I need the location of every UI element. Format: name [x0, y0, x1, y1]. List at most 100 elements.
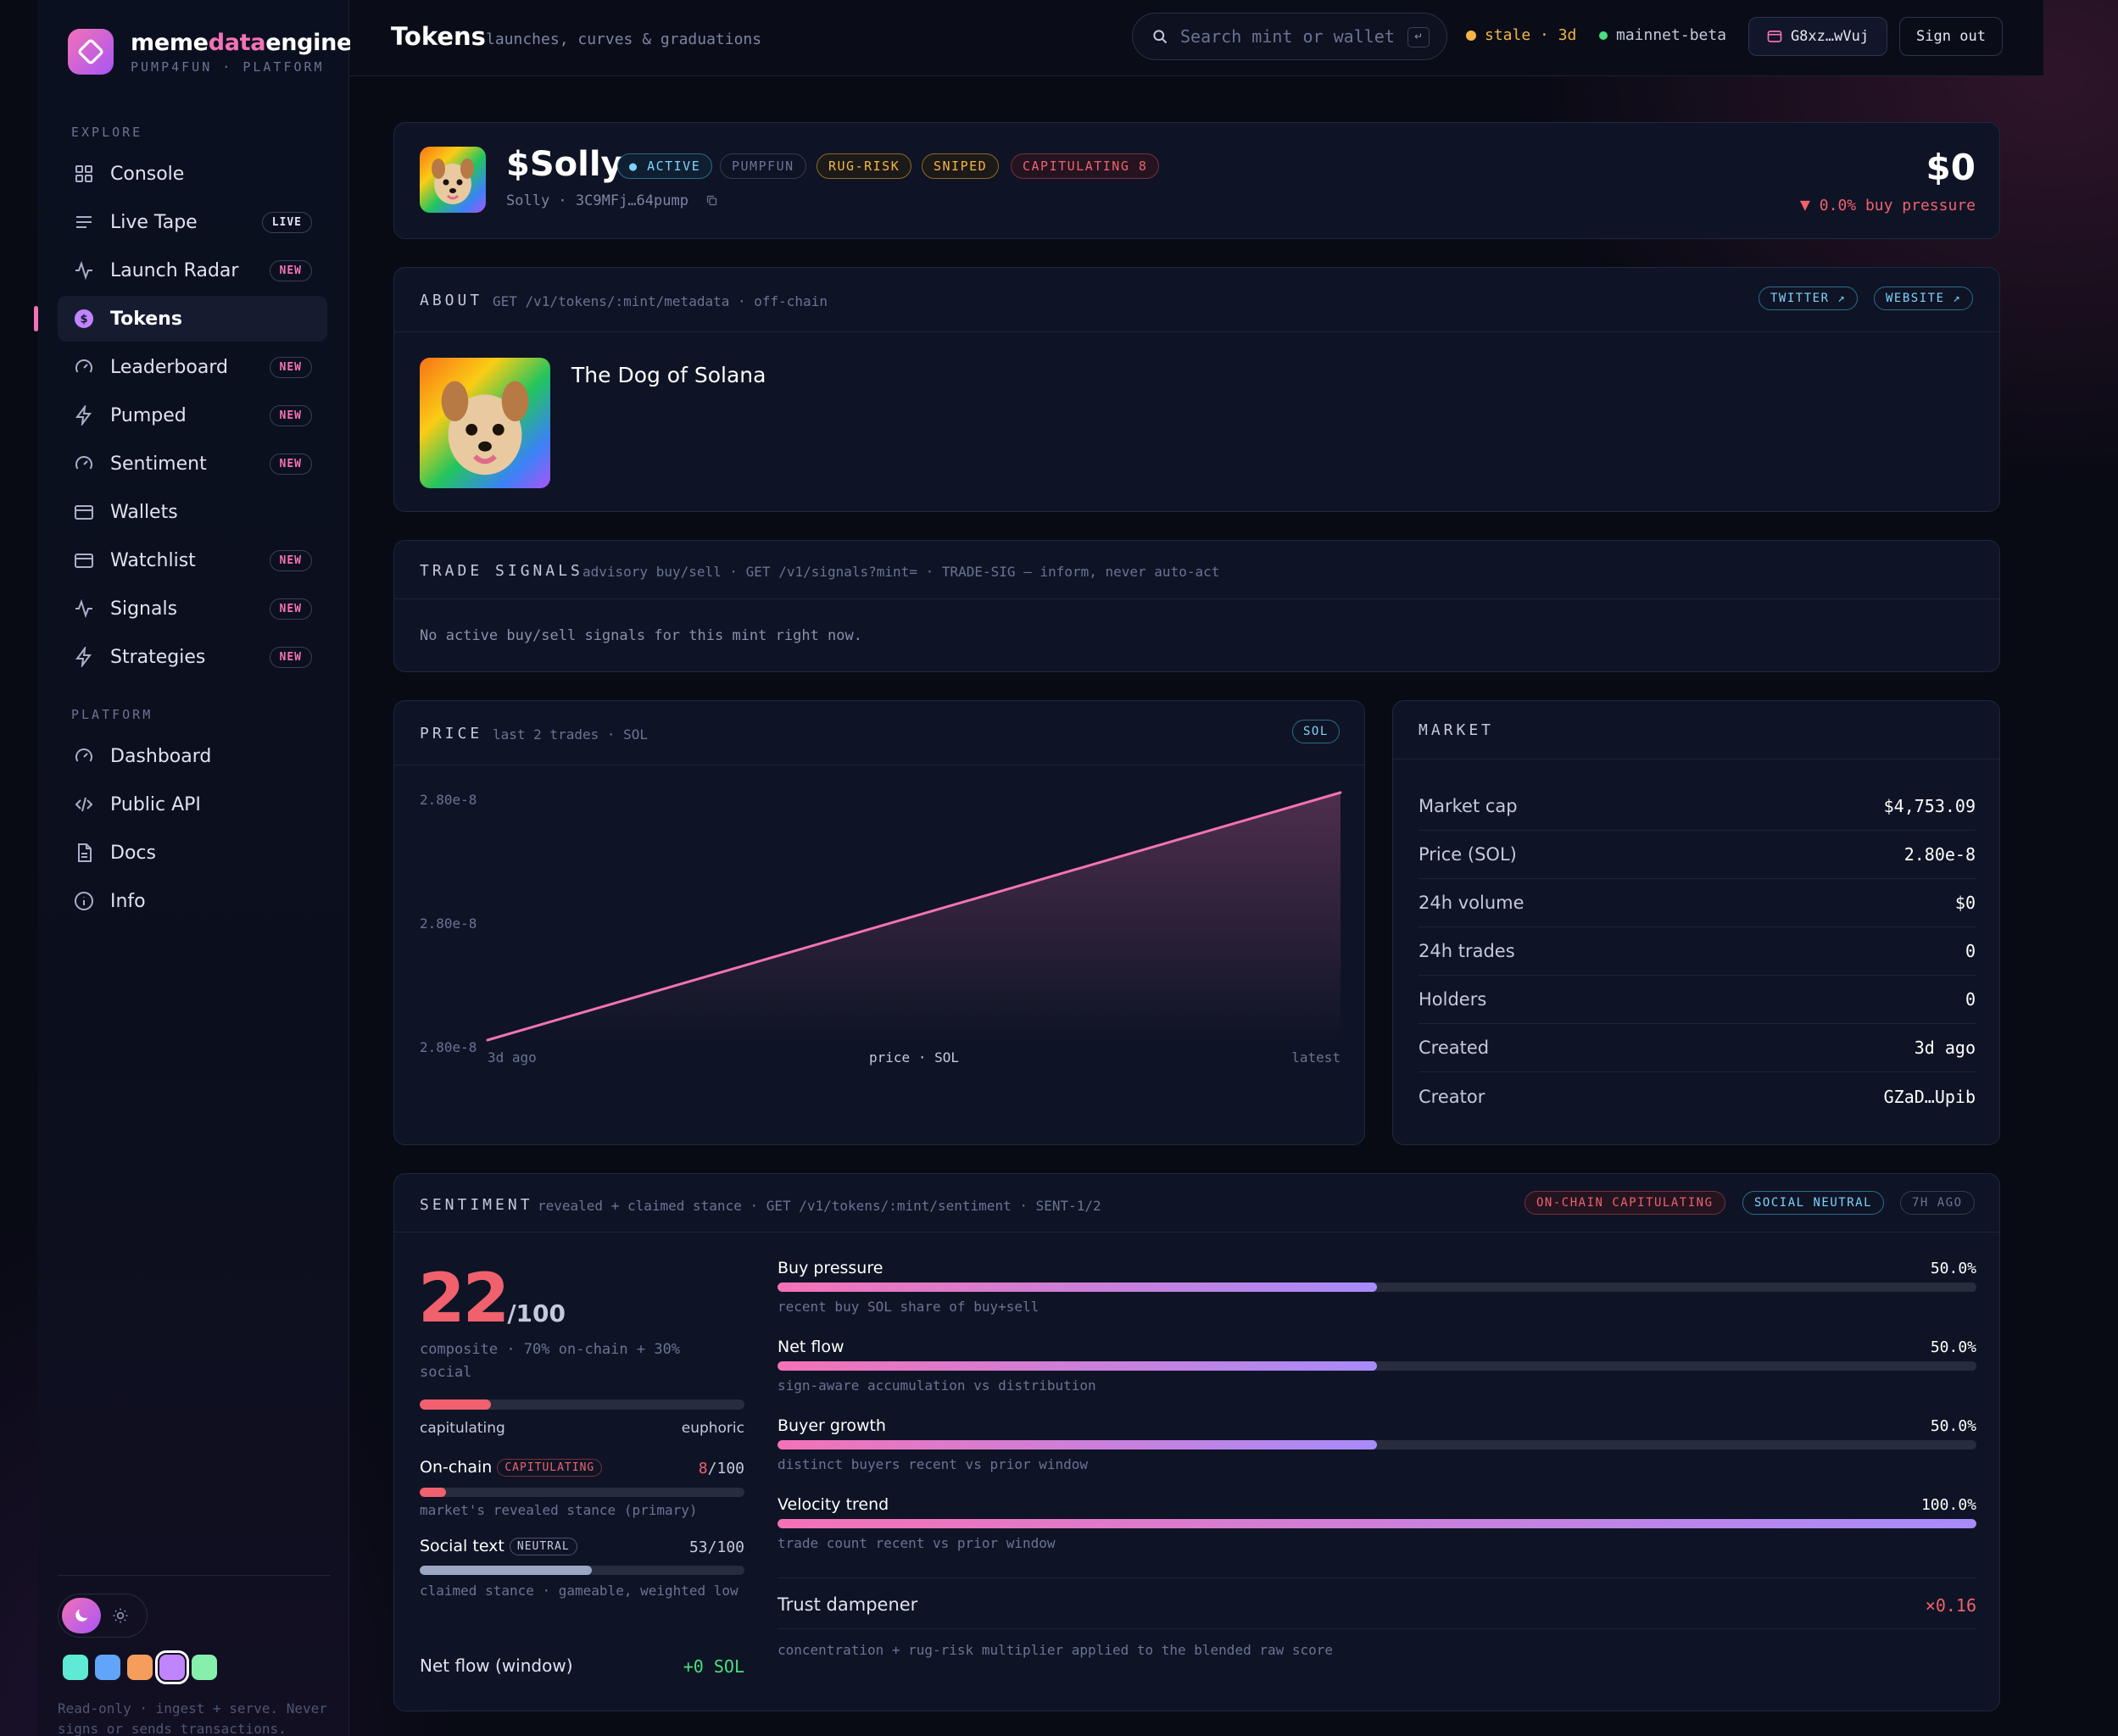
badge-pumpfun: PUMPFUN: [720, 153, 806, 179]
market-row: Holders 0: [1419, 976, 1976, 1024]
accent-swatch[interactable]: [192, 1655, 217, 1680]
market-row: Price (SOL) 2.80e-8: [1419, 831, 1976, 879]
pulse-icon: [73, 259, 95, 281]
accent-swatch[interactable]: [63, 1655, 88, 1680]
bolt-icon: [73, 646, 95, 668]
x-label-right: latest: [1291, 1049, 1340, 1066]
market-row-label: Created: [1419, 1038, 1490, 1058]
gauge-icon: [73, 453, 95, 475]
market-row-label: Market cap: [1419, 796, 1518, 816]
wallet-button[interactable]: G8xz…wVuj: [1748, 17, 1887, 56]
market-row-value: $0: [1954, 893, 1976, 913]
wallet-icon: [73, 501, 95, 523]
nav-badge-new: NEW: [269, 259, 312, 281]
moon-icon[interactable]: [62, 1598, 101, 1633]
price-title: PRICE: [420, 725, 483, 743]
mint-address[interactable]: 3C9MFj…64pump: [576, 192, 688, 209]
metric-label: Net flow: [778, 1338, 844, 1356]
copy-icon[interactable]: [705, 194, 718, 207]
metric-hint: distinct buyers recent vs prior window: [778, 1456, 1089, 1472]
composite-note: composite · 70% on-chain + 30% social: [420, 1341, 681, 1381]
logo-diamond-icon: [68, 29, 114, 75]
search-icon: [1153, 30, 1168, 44]
gauge-icon: [73, 745, 95, 767]
accent-swatch[interactable]: [155, 1650, 189, 1684]
sentiment-title: SENTIMENT: [420, 1196, 533, 1214]
scale-high-label: euphoric: [681, 1420, 744, 1437]
metric-value: 50.0%: [1930, 1260, 1976, 1277]
accent-swatches: [63, 1650, 217, 1684]
sidebar-item-label: Leaderboard: [110, 356, 228, 378]
accent-swatch[interactable]: [127, 1655, 153, 1680]
metric-hint: recent buy SOL share of buy+sell: [778, 1299, 1039, 1315]
theme-toggle[interactable]: [58, 1594, 148, 1638]
down-triangle-icon: ▼: [1799, 194, 1810, 214]
sidebar-item-info[interactable]: Info: [58, 878, 327, 924]
sidebar-item-dashboard[interactable]: Dashboard: [58, 733, 327, 779]
sidebar-item-launch-radar[interactable]: Launch Radar NEW: [58, 248, 327, 293]
sidebar-item-tokens[interactable]: $ Tokens: [58, 296, 327, 342]
sidebar: memedataengine PUMP4FUN · PLATFORM EXPLO…: [34, 0, 352, 1736]
brand-subtitle: PUMP4FUN · PLATFORM: [131, 58, 325, 75]
sidebar-item-wallets[interactable]: Wallets: [58, 489, 327, 535]
sun-icon[interactable]: [101, 1598, 140, 1633]
sign-out-button[interactable]: Sign out: [1899, 17, 2003, 56]
badge-sniped: SNIPED: [922, 153, 1000, 179]
sidebar-item-live-tape[interactable]: Live Tape LIVE: [58, 199, 327, 245]
nav-badge-live: LIVE: [261, 211, 312, 233]
enter-key-hint: ↵: [1407, 27, 1430, 47]
token-price: $0: [1926, 147, 1976, 188]
onchain-score: 8/100: [698, 1460, 744, 1477]
sidebar-item-public-api[interactable]: Public API: [58, 782, 327, 827]
metric-label: Buyer growth: [778, 1416, 886, 1435]
search-box[interactable]: ↵: [1132, 13, 1447, 60]
token-avatar[interactable]: [420, 147, 486, 213]
social-tag: NEUTRAL: [509, 1537, 577, 1555]
token-description: The Dog of Solana: [571, 363, 766, 387]
metric-bar: [778, 1283, 1976, 1292]
market-row-value: GZaD…Upib: [1883, 1086, 1976, 1107]
accent-swatch[interactable]: [95, 1655, 120, 1680]
about-header: ABOUT GET /v1/tokens/:mint/metadata · of…: [394, 268, 1999, 332]
metric-hint: sign-aware accumulation vs distribution: [778, 1377, 1096, 1394]
signals-endpoint: advisory buy/sell · GET /v1/signals?mint…: [582, 564, 1220, 580]
sidebar-item-strategies[interactable]: Strategies NEW: [58, 634, 327, 680]
signals-header: TRADE SIGNALS advisory buy/sell · GET /v…: [394, 541, 1999, 599]
sidebar-item-docs[interactable]: Docs: [58, 830, 327, 876]
brand-logo[interactable]: memedataengine PUMP4FUN · PLATFORM: [68, 29, 352, 75]
sidebar-item-console[interactable]: Console: [58, 151, 327, 197]
search-input[interactable]: [1180, 26, 1401, 47]
sidebar-item-signals[interactable]: Signals NEW: [58, 586, 327, 632]
nav-badge-new: NEW: [269, 646, 312, 668]
market-card: MARKET Market cap $4,753.09 Price (SOL) 2.8…: [1392, 700, 2000, 1145]
unit-tag-sol[interactable]: SOL: [1292, 720, 1340, 743]
section-explore: EXPLORE: [71, 125, 143, 140]
sidebar-item-label: Public API: [110, 793, 201, 815]
sidebar-item-sentiment[interactable]: Sentiment NEW: [58, 441, 327, 487]
website-link[interactable]: WEBSITE ↗: [1874, 287, 1974, 310]
market-row-label: Price (SOL): [1419, 844, 1517, 865]
brand-name: memedataengine: [131, 29, 353, 56]
coin-icon: $: [73, 308, 95, 330]
nav-badge-new: NEW: [269, 356, 312, 378]
bolt-icon: [73, 404, 95, 426]
page-subtitle: launches, curves & graduations: [486, 31, 762, 48]
badge-age: 7H AGO: [1900, 1191, 1975, 1215]
twitter-link[interactable]: TWITTER ↗: [1758, 287, 1859, 310]
metric-bar: [778, 1361, 1976, 1371]
sidebar-item-label: Wallets: [110, 501, 178, 523]
status-badge-active: ● ACTIVE: [617, 153, 713, 179]
market-row-value: 2.80e-8: [1903, 844, 1976, 865]
signals-empty-message: No active buy/sell signals for this mint…: [420, 627, 862, 644]
badge-onchain-capitulating: ON-CHAIN CAPITULATING: [1524, 1191, 1725, 1215]
social-label: Social text NEUTRAL: [420, 1537, 577, 1555]
market-title: MARKET: [1419, 721, 1495, 739]
sidebar-item-leaderboard[interactable]: Leaderboard NEW: [58, 344, 327, 390]
market-row: Creator GZaD…Upib: [1419, 1072, 1976, 1121]
sidebar-item-pumped[interactable]: Pumped NEW: [58, 392, 327, 438]
trust-dampener-label: Trust dampener: [778, 1594, 918, 1615]
nav-badge-new: NEW: [269, 404, 312, 426]
metric-value: 50.0%: [1930, 1338, 1976, 1356]
sidebar-footer-note: Read-only · ingest + serve. Never signs …: [58, 1700, 327, 1736]
sidebar-item-watchlist[interactable]: Watchlist NEW: [58, 537, 327, 583]
